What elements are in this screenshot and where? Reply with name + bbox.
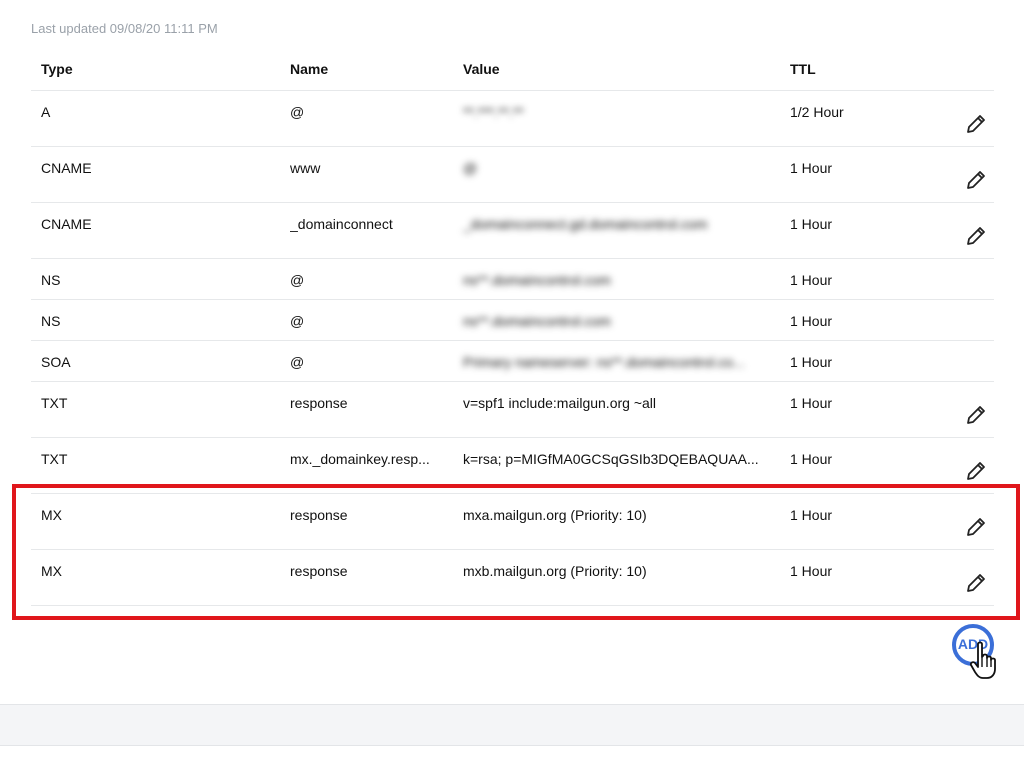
pencil-icon	[967, 115, 985, 133]
record-name: @	[290, 104, 305, 120]
last-updated-text: Last updated 09/08/20 11:11 PM	[31, 21, 218, 36]
table-row: TXT response v=spf1 include:mailgun.org …	[31, 382, 994, 438]
record-type: TXT	[41, 451, 68, 467]
header-name: Name	[290, 61, 329, 77]
record-name: _domainconnect	[290, 216, 393, 232]
pencil-icon	[967, 227, 985, 245]
record-ttl: 1 Hour	[790, 272, 833, 288]
edit-record-button[interactable]	[964, 515, 988, 539]
record-value: @	[463, 160, 478, 176]
header-type: Type	[41, 61, 73, 77]
record-type: CNAME	[41, 216, 92, 232]
record-type: NS	[41, 313, 61, 329]
footer-band	[0, 704, 1024, 746]
record-ttl: 1 Hour	[790, 160, 833, 176]
record-type: CNAME	[41, 160, 92, 176]
record-ttl: 1 Hour	[790, 563, 833, 579]
table-row: NS @ ns**.domaincontrol.com 1 Hour	[31, 259, 994, 300]
record-ttl: 1 Hour	[790, 354, 833, 370]
header-ttl: TTL	[790, 61, 816, 77]
record-value: mxb.mailgun.org (Priority: 10)	[463, 563, 647, 579]
header-value: Value	[463, 61, 500, 77]
table-row: CNAME www @ 1 Hour	[31, 147, 994, 203]
record-type: TXT	[41, 395, 68, 411]
record-ttl: 1/2 Hour	[790, 104, 844, 120]
edit-record-button[interactable]	[964, 224, 988, 248]
edit-record-button[interactable]	[964, 571, 988, 595]
record-value: Primary nameserver: ns**.domaincontrol.c…	[463, 354, 745, 370]
record-name: www	[290, 160, 321, 176]
table-row: MX response mxb.mailgun.org (Priority: 1…	[31, 550, 994, 606]
pencil-icon	[967, 518, 985, 536]
record-ttl: 1 Hour	[790, 451, 833, 467]
record-type: NS	[41, 272, 61, 288]
table-header: Type Name Value TTL	[31, 52, 994, 91]
record-value: ns**.domaincontrol.com	[463, 313, 611, 329]
record-name: mx._domainkey.resp...	[290, 451, 430, 467]
record-type: A	[41, 104, 51, 120]
hand-pointer-icon	[966, 640, 1002, 680]
record-name: response	[290, 563, 348, 579]
table-row: MX response mxa.mailgun.org (Priority: 1…	[31, 494, 994, 550]
table-row: NS @ ns**.domaincontrol.com 1 Hour	[31, 300, 994, 341]
dns-records-page: Last updated 09/08/20 11:11 PM Type Name…	[0, 0, 1024, 768]
record-value: **.***.**.**	[463, 104, 524, 120]
record-value: _domainconnect.gd.domaincontrol.com	[463, 216, 708, 232]
record-name: @	[290, 272, 305, 288]
dns-records-table: Type Name Value TTL A @ **.***.**.** 1/2…	[31, 52, 994, 606]
record-name: response	[290, 507, 348, 523]
record-name: @	[290, 313, 305, 329]
edit-record-button[interactable]	[964, 168, 988, 192]
record-type: MX	[41, 507, 62, 523]
edit-record-button[interactable]	[964, 112, 988, 136]
record-name: @	[290, 354, 305, 370]
record-value: ns**.domaincontrol.com	[463, 272, 611, 288]
pencil-icon	[967, 171, 985, 189]
record-value: k=rsa; p=MIGfMA0GCSqGSIb3DQEBAQUAA...	[463, 451, 759, 467]
record-value: mxa.mailgun.org (Priority: 10)	[463, 507, 647, 523]
edit-record-button[interactable]	[964, 403, 988, 427]
pencil-icon	[967, 462, 985, 480]
table-row: A @ **.***.**.** 1/2 Hour	[31, 91, 994, 147]
record-ttl: 1 Hour	[790, 216, 833, 232]
record-value: v=spf1 include:mailgun.org ~all	[463, 395, 657, 411]
table-row: CNAME _domainconnect _domainconnect.gd.d…	[31, 203, 994, 259]
record-type: MX	[41, 563, 62, 579]
record-type: SOA	[41, 354, 71, 370]
record-name: response	[290, 395, 348, 411]
table-row: TXT mx._domainkey.resp... k=rsa; p=MIGfM…	[31, 438, 994, 494]
pencil-icon	[967, 574, 985, 592]
edit-record-button[interactable]	[964, 459, 988, 483]
record-ttl: 1 Hour	[790, 395, 833, 411]
table-row: SOA @ Primary nameserver: ns**.domaincon…	[31, 341, 994, 382]
record-ttl: 1 Hour	[790, 313, 833, 329]
pencil-icon	[967, 406, 985, 424]
record-ttl: 1 Hour	[790, 507, 833, 523]
